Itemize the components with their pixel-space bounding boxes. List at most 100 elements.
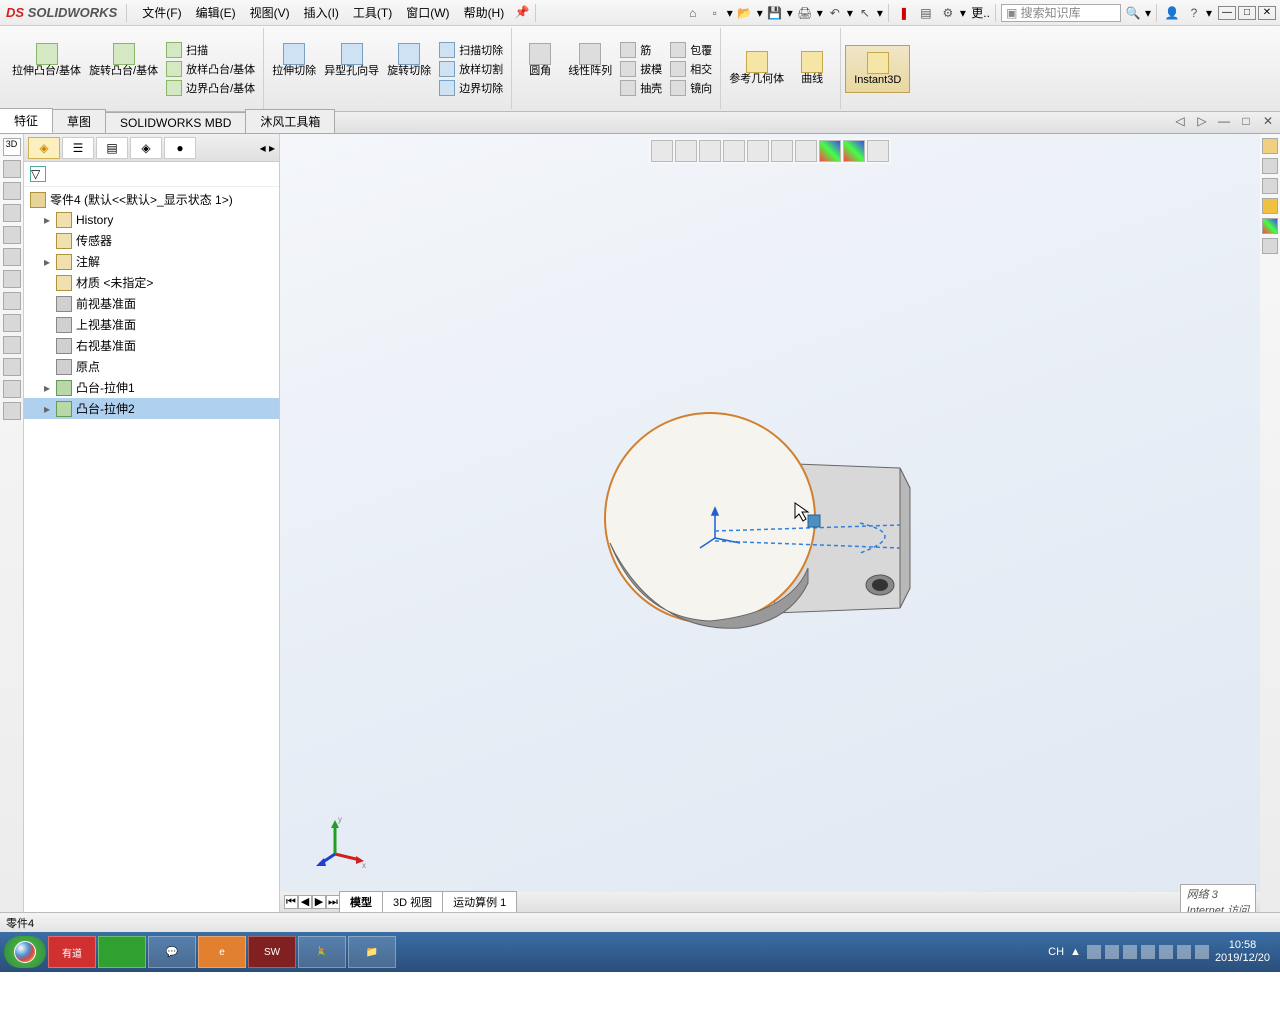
taskbar-explorer[interactable]: 📁 (348, 936, 396, 968)
tree-item[interactable]: ▸凸台-拉伸1 (24, 377, 279, 398)
lang-indicator[interactable]: CH (1048, 946, 1064, 958)
hole-wizard-button[interactable]: 异型孔向导 (320, 41, 383, 97)
tab-mbd[interactable]: SOLIDWORKS MBD (105, 112, 246, 133)
menu-file[interactable]: 文件(F) (136, 2, 187, 23)
tray-volume-icon[interactable] (1177, 945, 1191, 959)
extrude-cut-button[interactable]: 拉伸切除 (268, 41, 320, 97)
doc-next-icon[interactable]: ▷ (1192, 111, 1212, 131)
strip-icon-3[interactable] (3, 204, 21, 222)
open-icon[interactable]: 📂 (735, 3, 755, 23)
display-style-icon[interactable] (771, 140, 793, 162)
menu-window[interactable]: 窗口(W) (400, 2, 455, 23)
3d-icon[interactable]: 3D (3, 138, 21, 156)
tray-icon[interactable] (1105, 945, 1119, 959)
tray-icon[interactable] (1141, 945, 1155, 959)
strip-icon-12[interactable] (3, 402, 21, 420)
new-icon[interactable]: ▫ (705, 3, 725, 23)
tree-tab-config[interactable]: ▤ (96, 137, 128, 159)
revolve-boss-button[interactable]: 旋转凸台/基体 (85, 41, 162, 97)
print-icon[interactable]: 🖨 (795, 3, 815, 23)
tree-tab-feature[interactable]: ◈ (28, 137, 60, 159)
tree-root[interactable]: 零件4 (默认<<默认>_显示状态 1>) (24, 189, 279, 210)
search-icon[interactable]: 🔍 (1123, 3, 1143, 23)
tab-model[interactable]: 模型 (339, 891, 383, 912)
tree-item[interactable]: 原点 (24, 356, 279, 377)
sw-resources-icon[interactable] (1262, 138, 1278, 154)
custom-props-icon[interactable] (1262, 238, 1278, 254)
boundary-button[interactable]: 边界凸台/基体 (162, 79, 259, 97)
view-palette-icon[interactable] (1262, 198, 1278, 214)
strip-icon-5[interactable] (3, 248, 21, 266)
tree-item[interactable]: 材质 <未指定> (24, 272, 279, 293)
start-button[interactable] (4, 936, 46, 968)
draft-button[interactable]: 拔模 (616, 60, 666, 78)
tree-item[interactable]: ▸注解 (24, 251, 279, 272)
tree-item[interactable]: ▸History (24, 210, 279, 230)
pin-icon[interactable]: 📌 (512, 2, 532, 22)
taskbar-wechat[interactable]: 💬 (148, 936, 196, 968)
file-explorer-icon[interactable] (1262, 178, 1278, 194)
menu-insert[interactable]: 插入(I) (298, 2, 345, 23)
instant3d-button[interactable]: Instant3D (845, 45, 910, 93)
strip-icon-1[interactable] (3, 160, 21, 178)
tab-nav[interactable]: ⏮◀▶⏭ (284, 895, 340, 909)
tree-tab-dim[interactable]: ◈ (130, 137, 162, 159)
tab-mufeng[interactable]: 沐风工具箱 (245, 109, 335, 133)
menu-view[interactable]: 视图(V) (244, 2, 296, 23)
tab-features[interactable]: 特征 (0, 108, 53, 133)
doc-min-icon[interactable]: — (1214, 111, 1234, 131)
tray-network-icon[interactable] (1195, 945, 1209, 959)
extrude-boss-button[interactable]: 拉伸凸台/基体 (8, 41, 85, 97)
view-orient-icon[interactable] (747, 140, 769, 162)
strip-icon-10[interactable] (3, 358, 21, 376)
tree-item[interactable]: 传感器 (24, 230, 279, 251)
view-settings-icon[interactable] (867, 140, 889, 162)
strip-icon-7[interactable] (3, 292, 21, 310)
sweep-cut-button[interactable]: 扫描切除 (435, 41, 507, 59)
mirror-button[interactable]: 镜向 (666, 79, 716, 97)
scene-icon[interactable] (843, 140, 865, 162)
tree-item[interactable]: 上视基准面 (24, 314, 279, 335)
minimize-button[interactable]: — (1218, 6, 1236, 20)
loft-cut-button[interactable]: 放样切割 (435, 60, 507, 78)
appearance-icon[interactable] (819, 140, 841, 162)
tray-clock[interactable]: 10:58 2019/12/20 (1215, 939, 1270, 965)
zoom-area-icon[interactable] (675, 140, 697, 162)
intersect-button[interactable]: 相交 (666, 60, 716, 78)
taskbar-app2[interactable] (98, 936, 146, 968)
search-knowledge-base[interactable]: ▣ 搜索知识库 (1001, 4, 1121, 22)
close-button[interactable]: ✕ (1258, 6, 1276, 20)
appearances-icon[interactable] (1262, 218, 1278, 234)
taskbar-browser[interactable]: e (198, 936, 246, 968)
tray-icon[interactable] (1123, 945, 1137, 959)
wrap-button[interactable]: 包覆 (666, 41, 716, 59)
section-icon[interactable] (723, 140, 745, 162)
linear-pattern-button[interactable]: 线性阵列 (564, 41, 616, 97)
taskbar-youdao[interactable]: 有道 (48, 936, 96, 968)
strip-icon-4[interactable] (3, 226, 21, 244)
tree-tab-display[interactable]: ● (164, 137, 196, 159)
select-icon[interactable]: ↖ (855, 3, 875, 23)
doc-max-icon[interactable]: □ (1236, 111, 1256, 131)
boundary-cut-button[interactable]: 边界切除 (435, 79, 507, 97)
tab-3dview[interactable]: 3D 视图 (382, 891, 443, 912)
settings-icon[interactable]: ⚙ (938, 3, 958, 23)
home-icon[interactable]: ⌂ (683, 3, 703, 23)
help-icon[interactable]: ? (1184, 3, 1204, 23)
strip-icon-8[interactable] (3, 314, 21, 332)
strip-icon-9[interactable] (3, 336, 21, 354)
strip-icon-6[interactable] (3, 270, 21, 288)
save-icon[interactable]: 💾 (765, 3, 785, 23)
tab-sketch[interactable]: 草图 (52, 109, 106, 133)
loft-button[interactable]: 放样凸台/基体 (162, 60, 259, 78)
tree-tab-property[interactable]: ☰ (62, 137, 94, 159)
tray-icon[interactable] (1087, 945, 1101, 959)
rib-button[interactable]: 筋 (616, 41, 666, 59)
shell-button[interactable]: 抽壳 (616, 79, 666, 97)
rebuild-icon[interactable]: ❚ (894, 3, 914, 23)
user-icon[interactable]: 👤 (1162, 3, 1182, 23)
3d-viewport[interactable]: x y ⏮◀▶⏭ 模型 3D 视图 运动算例 1 网络 3 Internet 访… (280, 134, 1260, 912)
hide-show-icon[interactable] (795, 140, 817, 162)
strip-icon-11[interactable] (3, 380, 21, 398)
sweep-button[interactable]: 扫描 (162, 41, 259, 59)
